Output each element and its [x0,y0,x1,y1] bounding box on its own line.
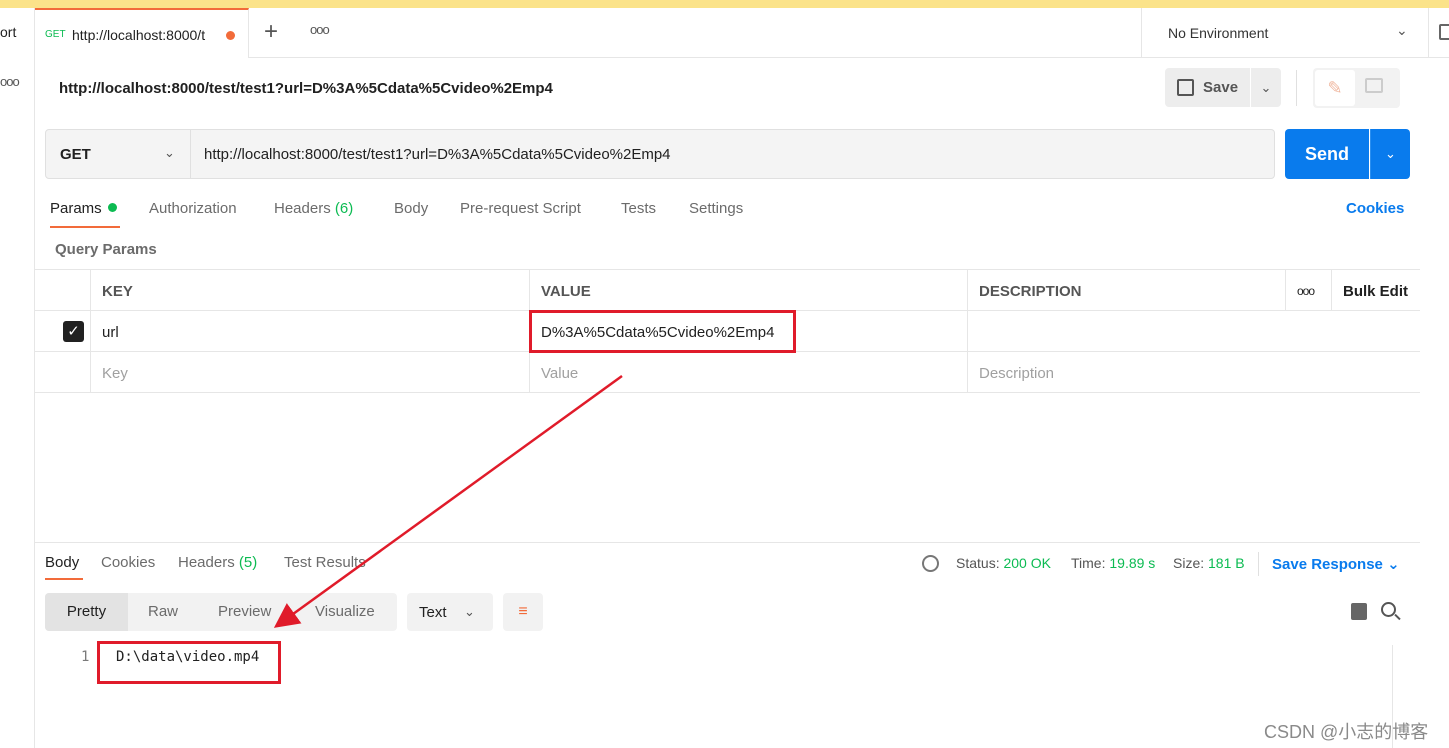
send-options-button[interactable]: ⌄ [1370,129,1410,179]
tab-label: Tests [621,200,657,217]
view-mode-segment: Pretty Raw Preview Visualize [45,593,397,631]
key-input[interactable]: Key [90,352,529,393]
chevron-down-icon: ⌄ [464,604,475,619]
chevron-down-icon: ⌄ [164,145,175,160]
active-dot-icon [107,203,117,212]
top-highlight-strip [0,0,1449,8]
request-tab[interactable]: GET http://localhost:8000/t [35,8,249,58]
cookies-link[interactable]: Cookies [1346,200,1404,217]
annotation-highlight-value [529,310,796,353]
active-tab-indicator [45,578,83,580]
tab-method: GET [45,29,66,40]
tab-title: http://localhost:8000/t [72,27,206,43]
sidebar-partial-label[interactable]: ort [0,24,16,40]
response-tab-test-results[interactable]: Test Results [284,554,366,571]
response-tab-body[interactable]: Body [45,554,79,571]
response-tab-headers[interactable]: Headers (5) [178,554,257,571]
environment-label: No Environment [1168,25,1269,41]
response-tab-cookies[interactable]: Cookies [101,554,155,571]
size-readout[interactable]: Size: 181 B [1173,555,1245,571]
send-button[interactable]: Send [1285,129,1369,179]
url-input[interactable]: http://localhost:8000/test/test1?url=D%3… [204,146,671,163]
method-select[interactable]: GET ⌄ [46,130,191,178]
wrap-lines-icon[interactable]: ≡ [503,593,543,631]
tab-label: Params [50,200,102,217]
view-visualize[interactable]: Visualize [315,593,375,631]
tab-params[interactable]: Params [50,200,117,217]
key-cell[interactable]: url [90,311,529,352]
environment-selector[interactable]: No Environment ⌄ [1141,8,1429,58]
tab-label: Settings [689,200,744,217]
tab-headers[interactable]: Headers (6) [274,200,353,217]
view-preview[interactable]: Preview [218,593,271,631]
value-input[interactable]: Value [529,352,967,393]
line-number: 1 [81,649,90,665]
tab-authorization[interactable]: Authorization [149,200,237,217]
description-cell[interactable] [967,311,1420,352]
view-raw[interactable]: Raw [148,593,178,631]
environment-quick-look-icon[interactable] [1439,24,1449,40]
new-tab-button[interactable]: + [264,18,278,46]
globe-icon[interactable] [922,555,939,572]
tab-more-icon[interactable]: ooo [310,22,330,37]
save-response-button[interactable]: Save Response ⌄ [1272,555,1400,573]
tab-body[interactable]: Body [394,200,428,217]
tab-tests[interactable]: Tests [621,200,656,217]
method-value: GET [60,146,91,163]
divider [1258,552,1259,576]
table-row-empty: Key Value Description [35,352,1420,393]
tab-pre-request-script[interactable]: Pre-request Script [460,200,581,217]
table-header-row: KEY VALUE DESCRIPTION ooo Bulk Edit [35,270,1420,311]
chevron-down-icon: ⌄ [1396,22,1408,38]
view-pretty[interactable]: Pretty [45,593,128,631]
comment-icon[interactable] [1365,78,1383,93]
save-label: Save [1203,79,1239,96]
response-divider [35,542,1420,543]
description-input[interactable]: Description [967,352,1420,393]
bulk-edit-button[interactable]: Bulk Edit [1331,270,1420,311]
left-sidebar: ort ooo [0,8,35,748]
key-column-header: KEY [90,270,529,311]
value-column-header: VALUE [529,270,967,311]
format-select[interactable]: Text ⌄ [407,593,493,631]
tab-label: Authorization [149,200,237,217]
save-options-button[interactable]: ⌄ [1251,68,1281,107]
time-readout[interactable]: Time: 19.89 s [1071,555,1155,571]
format-value: Text [419,604,447,621]
tab-label: Headers [274,200,331,217]
request-title[interactable]: http://localhost:8000/test/test1?url=D%3… [59,80,553,97]
tab-label: Pre-request Script [460,200,581,217]
unsaved-dot-icon [226,31,235,40]
url-bar: GET ⌄ http://localhost:8000/test/test1?u… [45,129,1275,179]
tab-settings[interactable]: Settings [689,200,743,217]
save-icon [1177,79,1194,96]
row-checkbox[interactable]: ✓ [63,321,84,342]
chevron-down-icon: ⌄ [1387,556,1400,573]
search-icon[interactable] [1381,602,1396,617]
watermark: CSDN @小志的博客 [1264,722,1429,742]
save-button[interactable]: Save [1165,68,1250,107]
column-options-icon[interactable]: ooo [1285,270,1331,311]
status-readout: Status: 200 OK [956,555,1051,571]
divider [1296,70,1297,106]
more-icon[interactable]: ooo [0,74,20,89]
query-params-heading: Query Params [55,241,157,258]
annotation-highlight-body [97,641,281,684]
tab-count: (6) [334,200,354,217]
copy-icon[interactable] [1351,603,1367,620]
active-tab-indicator [50,226,120,228]
tab-bar: GET http://localhost:8000/t + ooo No Env… [35,8,1449,58]
view-mode-toggle: ✎ [1313,68,1400,108]
tab-label: Body [394,200,429,217]
description-column-header: DESCRIPTION [967,270,1285,311]
edit-pencil-icon[interactable]: ✎ [1315,70,1355,106]
